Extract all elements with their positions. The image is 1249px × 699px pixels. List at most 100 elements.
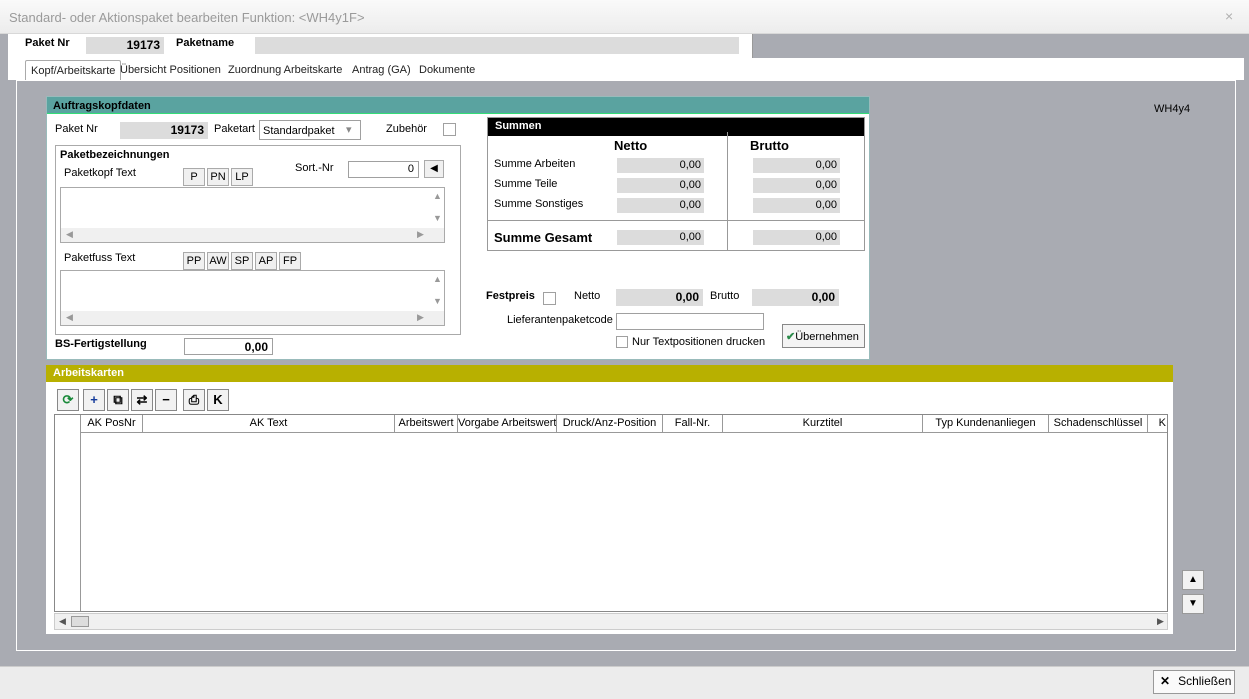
paketbezeichnungen-box: Paketbezeichnungen Paketkopf Text P PN L… — [55, 145, 461, 335]
zubehoer-checkbox[interactable] — [443, 123, 456, 136]
kopf-scroll-right-icon[interactable]: ▶ — [417, 229, 424, 240]
col-ak-text[interactable]: AK Text — [143, 415, 395, 433]
paketkopf-textarea[interactable]: ▲ ▼ ◀ ▶ — [60, 187, 445, 243]
tab-kopf-arbeitskarte[interactable]: Kopf/Arbeitskarte — [25, 60, 122, 80]
grid-hscroll[interactable]: ◀ ▶ — [54, 613, 1168, 630]
sort-left-button[interactable]: ◀ — [424, 160, 444, 178]
grid-scroll-thumb[interactable] — [71, 616, 89, 627]
fuss-scroll-up-icon[interactable]: ▲ — [433, 274, 442, 284]
footer-bar — [0, 666, 1249, 699]
schliessen-label: Schließen — [1178, 674, 1232, 688]
title-bar: Standard- oder Aktionspaket bearbeiten F… — [0, 0, 1249, 34]
chevron-down-icon: ▾ — [346, 124, 352, 136]
summe-gesamt-label: Summe Gesamt — [494, 230, 593, 245]
summen-brutto-label: Brutto — [750, 138, 789, 153]
summe-arbeiten-label: Summe Arbeiten — [494, 158, 576, 170]
col-k[interactable]: K — [1148, 415, 1167, 433]
paketkopf-text-label: Paketkopf Text — [64, 167, 136, 179]
kopf-scroll-left-icon[interactable]: ◀ — [66, 229, 73, 240]
arbeitskarten-grid[interactable]: AK PosNr AK Text Arbeitswert Vorgabe Arb… — [54, 414, 1168, 612]
kopf-scroll-up-icon[interactable]: ▲ — [433, 191, 442, 201]
col-arbeitswert[interactable]: Arbeitswert — [395, 415, 458, 433]
auftragskopf-title: Auftragskopfdaten — [47, 97, 869, 114]
col-schadenschluessel[interactable]: Schadenschlüssel — [1049, 415, 1148, 433]
nur-textpositionen-label: Nur Textpositionen drucken — [632, 336, 766, 348]
k-icon[interactable]: K — [207, 389, 229, 411]
schliessen-button[interactable]: ✕ Schließen — [1153, 670, 1235, 694]
zubehoer-label: Zubehör — [386, 123, 427, 135]
row-indicator-column — [55, 415, 81, 611]
nur-textpositionen-checkbox[interactable] — [616, 336, 628, 348]
kopf-paket-nr-label: Paket Nr — [55, 123, 98, 135]
fuss-scroll-left-icon[interactable]: ◀ — [66, 312, 73, 323]
move-down-button[interactable]: ▼ — [1182, 594, 1204, 614]
sort-nr-input[interactable]: 0 — [348, 161, 419, 178]
festpreis-brutto-value[interactable]: 0,00 — [752, 289, 839, 306]
refresh-icon[interactable]: ⟳ — [57, 389, 79, 411]
col-ak-posnr[interactable]: AK PosNr — [81, 415, 143, 433]
grid-scroll-right-icon[interactable]: ▶ — [1157, 616, 1164, 627]
arbeitskarten-panel: ⟳ + ⧉ ⇄ − ⎙ K AK PosNr AK Text Arbeitswe… — [46, 382, 1173, 634]
print-icon[interactable]: ⎙ — [183, 389, 205, 411]
paket-nr-value: 19173 — [86, 37, 164, 54]
fuss-scroll-right-icon[interactable]: ▶ — [417, 312, 424, 323]
col-vorgabe-arbeitswert[interactable]: Vorgabe Arbeitswert — [458, 415, 557, 433]
kopf-lp-button[interactable]: LP — [231, 168, 253, 186]
paketbezeichnungen-title: Paketbezeichnungen — [60, 149, 170, 161]
close-icon: ✕ — [1160, 674, 1171, 688]
festpreis-netto-label: Netto — [574, 290, 601, 302]
paketname-field[interactable] — [255, 37, 739, 54]
festpreis-checkbox[interactable] — [543, 292, 556, 305]
paketfuss-textarea[interactable]: ▲ ▼ ◀ ▶ — [60, 270, 445, 326]
festpreis-brutto-label: Brutto — [710, 290, 740, 302]
copy-icon[interactable]: ⧉ — [107, 389, 129, 411]
summe-teile-netto: 0,00 — [617, 178, 704, 193]
col-kurztitel[interactable]: Kurztitel — [723, 415, 923, 433]
fuss-fp-button[interactable]: FP — [279, 252, 301, 270]
fuss-sp-button[interactable]: SP — [231, 252, 253, 270]
checkmark-icon: ✔ — [786, 331, 796, 343]
summe-sonstiges-netto: 0,00 — [617, 198, 704, 213]
paketname-label: Paketname — [176, 37, 235, 49]
transfer-icon[interactable]: ⇄ — [131, 389, 153, 411]
summen-divider — [727, 132, 728, 250]
fuss-hscroll[interactable]: ◀ ▶ — [61, 311, 444, 325]
kopf-scroll-down-icon[interactable]: ▼ — [433, 213, 442, 223]
fuss-scroll-down-icon[interactable]: ▼ — [433, 296, 442, 306]
move-up-button[interactable]: ▲ — [1182, 570, 1204, 590]
header-panel: Paket Nr 19173 Paketname — [8, 34, 753, 58]
festpreis-netto-value[interactable]: 0,00 — [616, 289, 703, 306]
paket-nr-label: Paket Nr — [25, 37, 70, 49]
col-druck-anz-position[interactable]: Druck/Anz-Position — [557, 415, 663, 433]
tab-antrag-ga[interactable]: Antrag (GA) — [352, 64, 411, 76]
summen-netto-label: Netto — [614, 138, 648, 153]
kopf-hscroll[interactable]: ◀ ▶ — [61, 228, 444, 242]
paketart-select[interactable]: Standardpaket ▾ — [259, 120, 361, 140]
tab-dokumente[interactable]: Dokumente — [419, 64, 475, 76]
tab-zuordnung-arbeitskarte[interactable]: Zuordnung Arbeitskarte — [228, 64, 342, 76]
uebernehmen-button[interactable]: ✔Übernehmen — [782, 324, 865, 348]
fuss-aw-button[interactable]: AW — [207, 252, 229, 270]
window-close-icon[interactable]: × — [1225, 8, 1233, 24]
col-fall-nr[interactable]: Fall-Nr. — [663, 415, 723, 433]
fuss-ap-button[interactable]: AP — [255, 252, 277, 270]
kopf-pn-button[interactable]: PN — [207, 168, 229, 186]
uebernehmen-label: Übernehmen — [795, 331, 859, 343]
col-typ-kundenanliegen[interactable]: Typ Kundenanliegen — [923, 415, 1049, 433]
remove-icon[interactable]: − — [155, 389, 177, 411]
add-icon[interactable]: + — [83, 389, 105, 411]
summe-sonstiges-brutto: 0,00 — [753, 198, 840, 213]
summe-gesamt-brutto: 0,00 — [753, 230, 840, 245]
fuss-pp-button[interactable]: PP — [183, 252, 205, 270]
grid-scroll-left-icon[interactable]: ◀ — [59, 616, 66, 627]
paketart-label: Paketart — [214, 123, 255, 135]
arbeitskarten-title: Arbeitskarten — [46, 365, 1173, 382]
kopf-p-button[interactable]: P — [183, 168, 205, 186]
tab-uebersicht-positionen[interactable]: Übersicht Positionen — [120, 64, 221, 76]
summe-sonstiges-label: Summe Sonstiges — [494, 198, 584, 210]
bs-fertigstellung-input[interactable]: 0,00 — [184, 338, 273, 355]
summen-title: Summen — [488, 118, 864, 136]
summe-arbeiten-brutto: 0,00 — [753, 158, 840, 173]
lieferantenpaketcode-input[interactable] — [616, 313, 764, 330]
summe-arbeiten-netto: 0,00 — [617, 158, 704, 173]
